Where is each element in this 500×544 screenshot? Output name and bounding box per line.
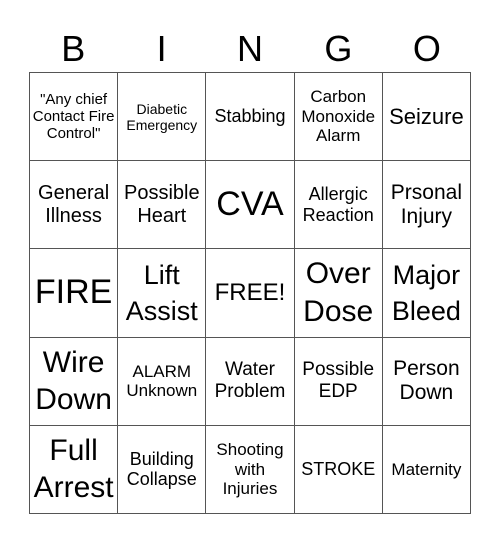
- bingo-cell[interactable]: Carbon Monoxide Alarm: [294, 73, 383, 162]
- bingo-cell[interactable]: FIRE: [30, 249, 119, 338]
- bingo-cell[interactable]: General Illness: [30, 161, 119, 250]
- bingo-cell[interactable]: Wire Down: [30, 337, 119, 426]
- header-letter-o: O: [412, 28, 441, 69]
- bingo-cell[interactable]: Person Down: [382, 337, 471, 426]
- bingo-cell[interactable]: Maternity: [382, 425, 471, 514]
- bingo-cell[interactable]: Possible Heart: [118, 161, 207, 250]
- bingo-cell[interactable]: Seizure: [382, 73, 471, 162]
- bingo-cell[interactable]: CVA: [206, 161, 295, 250]
- bingo-cell[interactable]: Shooting with Injuries: [206, 425, 295, 514]
- bingo-cell[interactable]: Prsonal Injury: [382, 161, 471, 250]
- header-letter-n: N: [237, 28, 264, 69]
- bingo-cell[interactable]: Water Problem: [206, 337, 295, 426]
- bingo-cell[interactable]: Lift Assist: [118, 249, 207, 338]
- bingo-cell[interactable]: Building Collapse: [118, 425, 207, 514]
- free-space[interactable]: FREE!: [206, 249, 295, 338]
- bingo-cell[interactable]: STROKE: [294, 425, 383, 514]
- bingo-cell[interactable]: ALARM Unknown: [118, 337, 207, 426]
- header-letter-g: G: [324, 28, 353, 69]
- header-letter-b: B: [61, 28, 86, 69]
- bingo-cell[interactable]: Allergic Reaction: [294, 161, 383, 250]
- bingo-cell[interactable]: Full Arrest: [30, 425, 119, 514]
- header-letter-i: I: [156, 28, 167, 69]
- bingo-cell[interactable]: Diabetic Emergency: [118, 73, 207, 162]
- bingo-cell[interactable]: "Any chief Contact Fire Control": [30, 73, 119, 162]
- bingo-cell[interactable]: Over Dose: [294, 249, 383, 338]
- bingo-cell[interactable]: Stabbing: [206, 73, 295, 162]
- bingo-cell[interactable]: Major Bleed: [382, 249, 471, 338]
- bingo-header: B I N G O: [29, 24, 471, 74]
- bingo-cell[interactable]: Possible EDP: [294, 337, 383, 426]
- bingo-grid: "Any chief Contact Fire Control" Diabeti…: [29, 72, 471, 514]
